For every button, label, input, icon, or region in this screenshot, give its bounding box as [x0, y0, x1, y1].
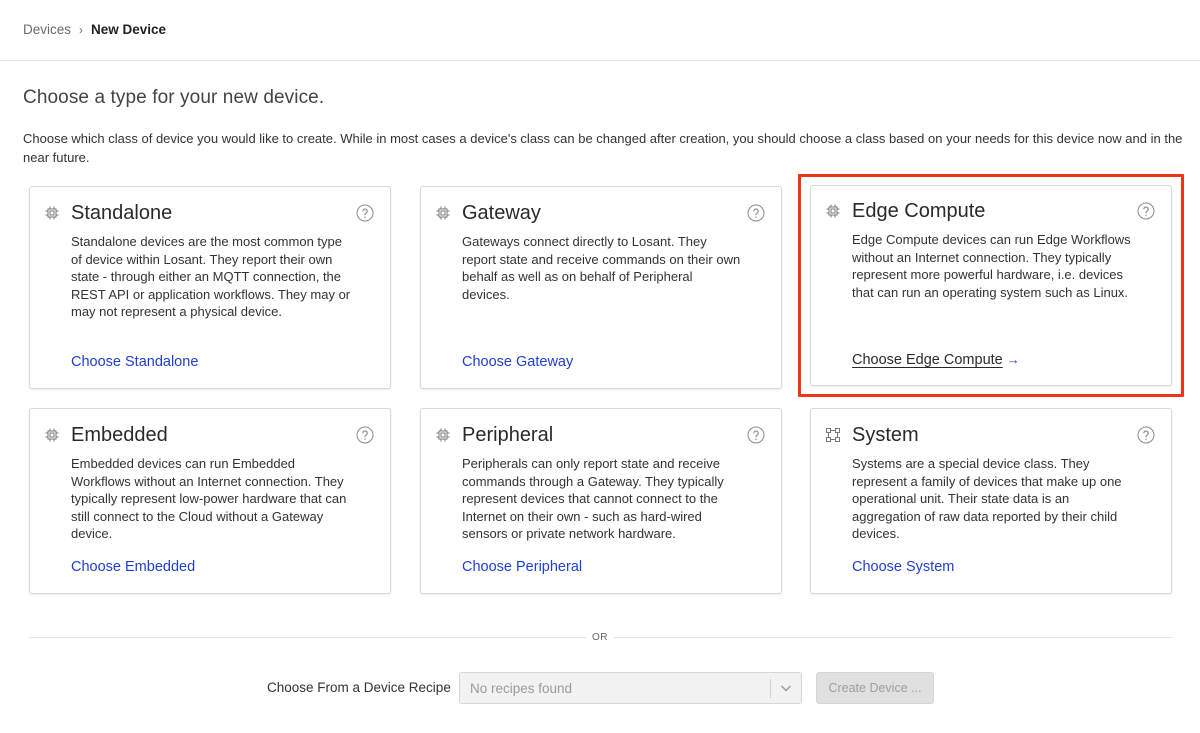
- breadcrumb: Devices › New Device: [23, 22, 166, 37]
- help-icon[interactable]: [1137, 426, 1155, 444]
- help-icon[interactable]: [747, 204, 765, 222]
- card-title: System: [852, 424, 919, 446]
- card-description: Peripherals can only report state and re…: [462, 456, 724, 541]
- top-bar: Devices › New Device: [0, 0, 1200, 61]
- card-peripheral: Peripheral Peripherals can only report s…: [420, 408, 782, 594]
- card-standalone: Standalone Standalone devices are the mo…: [29, 186, 391, 389]
- selection-highlight: [798, 174, 1184, 397]
- recipe-label: Choose From a Device Recipe: [267, 680, 451, 695]
- breadcrumb-separator: ›: [79, 22, 84, 37]
- or-divider-label: OR: [586, 630, 614, 645]
- choose-embedded-link[interactable]: Choose Embedded: [71, 559, 195, 575]
- choose-gateway-link[interactable]: Choose Gateway: [462, 354, 573, 370]
- card-gateway: Gateway Gateways connect directly to Los…: [420, 186, 782, 389]
- card-description: Standalone devices are the most common t…: [71, 234, 351, 319]
- breadcrumb-current: New Device: [91, 22, 167, 37]
- create-device-button[interactable]: Create Device ...: [816, 672, 934, 704]
- card-title: Embedded: [71, 424, 168, 446]
- select-separator: [770, 679, 771, 698]
- card-system: System Systems are a special device clas…: [810, 408, 1172, 594]
- chip-icon: [436, 206, 450, 220]
- card-description: Gateways connect directly to Losant. The…: [462, 234, 741, 302]
- system-nodes-icon: [826, 428, 840, 442]
- card-title: Standalone: [71, 202, 173, 224]
- chip-icon: [45, 206, 59, 220]
- help-icon[interactable]: [747, 426, 765, 444]
- card-embedded: Embedded Embedded devices can run Embedd…: [29, 408, 391, 594]
- recipe-select-placeholder: No recipes found: [470, 681, 573, 696]
- page-heading: Choose a type for your new device.: [23, 87, 325, 108]
- card-description: Embedded devices can run Embedded Workfl…: [71, 456, 347, 541]
- help-icon[interactable]: [356, 426, 374, 444]
- recipe-select[interactable]: No recipes found: [459, 672, 802, 704]
- chip-icon: [436, 428, 450, 442]
- breadcrumb-devices-link[interactable]: Devices: [23, 22, 71, 37]
- help-icon[interactable]: [356, 204, 374, 222]
- chip-icon: [45, 428, 59, 442]
- card-title: Gateway: [462, 202, 541, 224]
- choose-system-link[interactable]: Choose System: [852, 559, 954, 575]
- card-title: Peripheral: [462, 424, 554, 446]
- choose-standalone-link[interactable]: Choose Standalone: [71, 354, 198, 370]
- chevron-down-icon[interactable]: [779, 681, 793, 695]
- choose-peripheral-link[interactable]: Choose Peripheral: [462, 559, 582, 575]
- page-description: Choose which class of device you would l…: [23, 131, 1183, 165]
- card-description: Systems are a special device class. They…: [852, 456, 1122, 541]
